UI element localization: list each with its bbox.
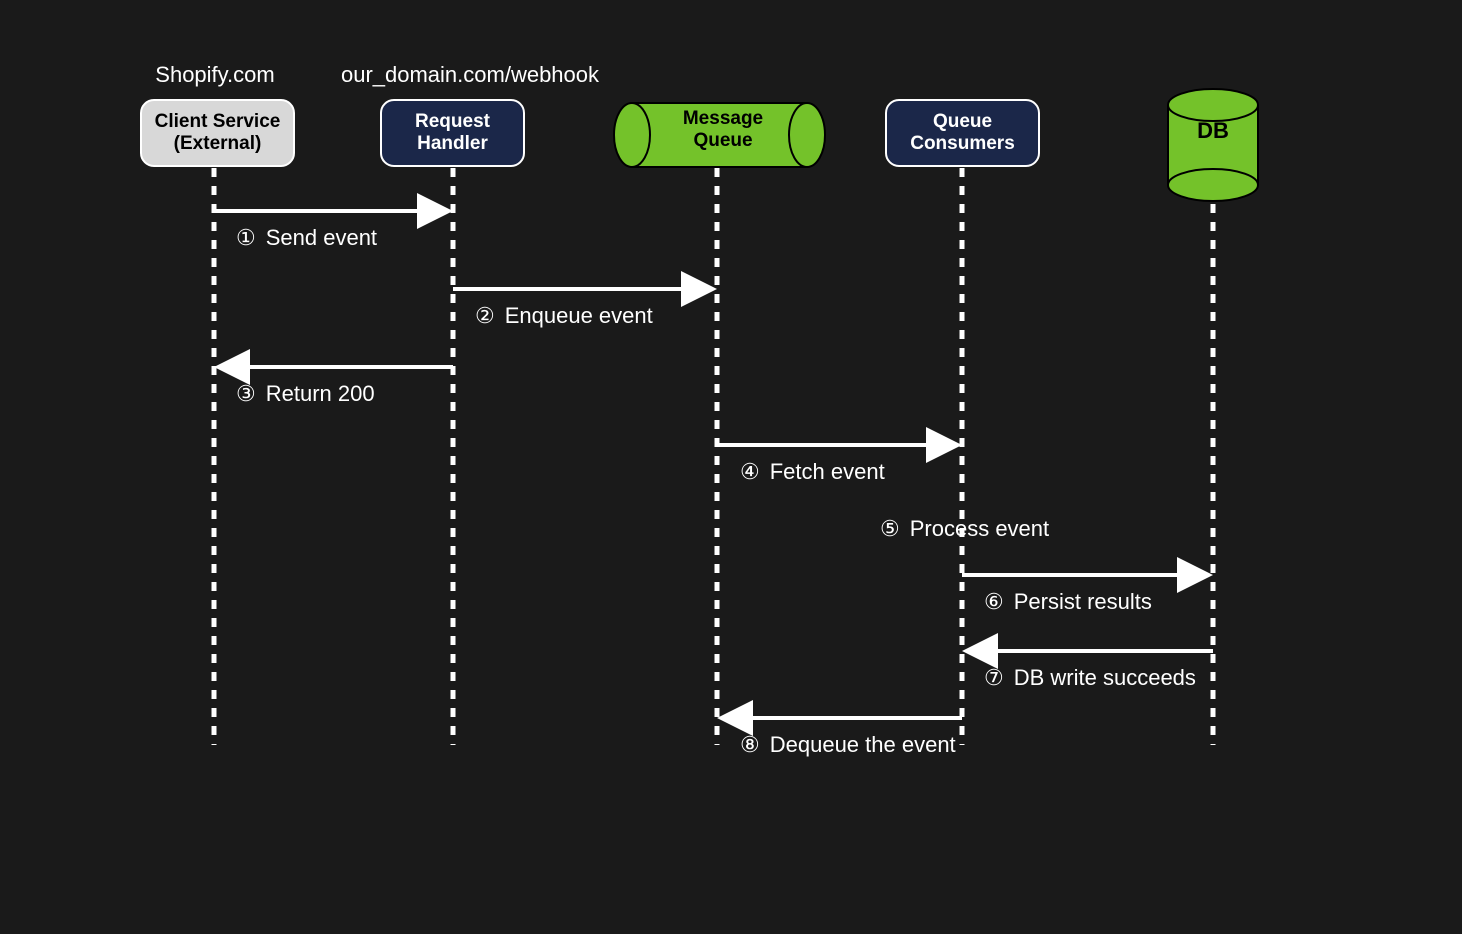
node-queue: Message Queue (648, 108, 798, 152)
node-consumer-line1: Queue (933, 111, 992, 133)
step-4: ④ Fetch event (740, 459, 885, 485)
step-4-text: Fetch event (770, 459, 885, 484)
step-1: ① Send event (236, 225, 377, 251)
node-db: DB (1168, 118, 1258, 144)
arrows (214, 211, 1213, 718)
step-8-num: ⑧ (740, 732, 760, 758)
node-consumer: Queue Consumers (885, 99, 1040, 167)
step-7-num: ⑦ (984, 665, 1004, 691)
step-6-text: Persist results (1014, 589, 1152, 614)
node-handler-line1: Request (415, 111, 490, 133)
lifelines (214, 168, 1213, 745)
step-3: ③ Return 200 (236, 381, 375, 407)
step-3-text: Return 200 (266, 381, 375, 406)
db-cylinder-icon (1168, 89, 1258, 201)
step-6-num: ⑥ (984, 589, 1004, 615)
header-handler: our_domain.com/webhook (330, 62, 610, 88)
sequence-diagram: Shopify.com our_domain.com/webhook Clien… (0, 0, 1462, 934)
step-5-num: ⑤ (880, 516, 900, 542)
step-2-num: ② (475, 303, 495, 329)
step-5: ⑤ Process event (880, 516, 1049, 542)
node-consumer-line2: Consumers (910, 133, 1015, 155)
step-2: ② Enqueue event (475, 303, 653, 329)
node-handler: Request Handler (380, 99, 525, 167)
step-8: ⑧ Dequeue the event (740, 732, 956, 758)
header-client: Shopify.com (150, 62, 280, 88)
node-client: Client Service (External) (140, 99, 295, 167)
step-7: ⑦ DB write succeeds (984, 665, 1196, 691)
node-queue-line1: Message (683, 108, 763, 129)
node-handler-line2: Handler (417, 133, 488, 155)
step-7-text: DB write succeeds (1014, 665, 1196, 690)
step-1-text: Send event (266, 225, 377, 250)
node-queue-line2: Queue (693, 130, 752, 151)
step-8-text: Dequeue the event (770, 732, 956, 757)
step-6: ⑥ Persist results (984, 589, 1152, 615)
step-4-num: ④ (740, 459, 760, 485)
step-5-text: Process event (910, 516, 1049, 541)
step-2-text: Enqueue event (505, 303, 653, 328)
node-client-line2: (External) (174, 133, 262, 155)
step-3-num: ③ (236, 381, 256, 407)
node-client-line1: Client Service (155, 111, 281, 133)
step-1-num: ① (236, 225, 256, 251)
